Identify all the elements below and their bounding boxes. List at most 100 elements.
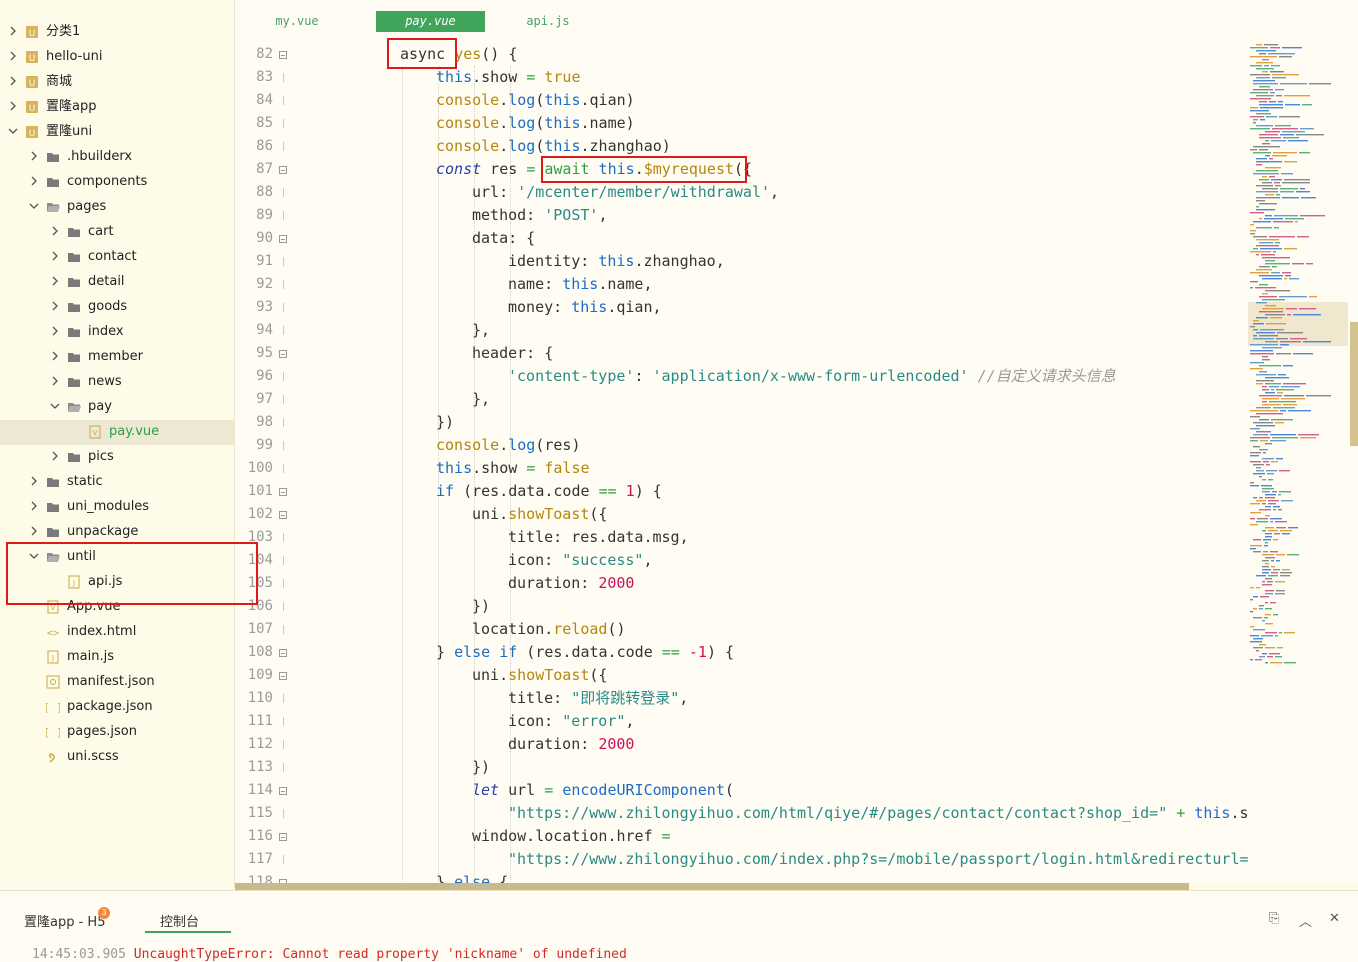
code-line[interactable]: "https://www.zhilongyihuo.com/html/qiye/…: [508, 802, 1248, 825]
chevron-right-icon[interactable]: [50, 225, 60, 237]
tree-item-uni-scss[interactable]: uni.scss: [0, 745, 234, 770]
code-line[interactable]: uni.showToast({: [472, 503, 607, 526]
code-line[interactable]: uni.showToast({: [472, 664, 607, 687]
chevron-right-icon[interactable]: [29, 150, 39, 162]
tree-item-goods[interactable]: goods: [0, 295, 234, 320]
fold-toggle-icon[interactable]: [279, 649, 287, 657]
tree-item-cart[interactable]: cart: [0, 220, 234, 245]
horizontal-scrollbar[interactable]: [235, 883, 1358, 890]
tree-item-hbuilderx[interactable]: .hbuilderx: [0, 145, 234, 170]
tree-item-uni-modules[interactable]: uni_modules: [0, 495, 234, 520]
code-line[interactable]: money: this.qian,: [508, 296, 662, 319]
chevron-right-icon[interactable]: [50, 350, 60, 362]
fold-toggle-icon[interactable]: [279, 672, 287, 680]
code-line[interactable]: duration: 2000: [508, 733, 634, 756]
tree-item-detail[interactable]: detail: [0, 270, 234, 295]
chevron-right-icon[interactable]: [29, 525, 39, 537]
code-line[interactable]: console.log(this.zhanghao): [436, 135, 671, 158]
tree-item-package-json[interactable]: [ ] package.json: [0, 695, 234, 720]
code-line[interactable]: },: [472, 319, 490, 342]
fold-toggle-icon[interactable]: [279, 787, 287, 795]
fold-toggle-icon[interactable]: [279, 488, 287, 496]
vertical-scrollbar-thumb[interactable]: [1350, 322, 1358, 446]
chevron-right-icon[interactable]: [8, 25, 18, 37]
code-line[interactable]: console.log(this.qian): [436, 89, 635, 112]
chevron-right-icon[interactable]: [29, 175, 39, 187]
tab-api-js[interactable]: api.js: [512, 11, 584, 32]
code-line[interactable]: this.show = true: [436, 66, 581, 89]
code-line[interactable]: duration: 2000: [508, 572, 634, 595]
chevron-right-icon[interactable]: [50, 250, 60, 262]
tree-item-分类1[interactable]: U 分类1: [0, 20, 234, 45]
tree-item-置隆app[interactable]: U 置隆app: [0, 95, 234, 120]
tree-item-static[interactable]: static: [0, 470, 234, 495]
chevron-up-icon[interactable]: ︿: [1299, 911, 1312, 930]
tree-item-pages[interactable]: pages: [0, 195, 234, 220]
code-line[interactable]: title: "即将跳转登录",: [508, 687, 688, 710]
fold-toggle-icon[interactable]: [279, 350, 287, 358]
code-line[interactable]: },: [472, 388, 490, 411]
code-minimap[interactable]: [1248, 40, 1348, 883]
tree-item-index-html[interactable]: <> index.html: [0, 620, 234, 645]
tab-my-vue[interactable]: my.vue: [261, 11, 333, 32]
fold-toggle-icon[interactable]: [279, 833, 287, 841]
tree-item-pics[interactable]: pics: [0, 445, 234, 470]
code-line[interactable]: if (res.data.code == 1) {: [436, 480, 662, 503]
code-line[interactable]: } else {: [436, 871, 508, 883]
close-panel-icon[interactable]: ✕: [1329, 911, 1340, 926]
chevron-right-icon[interactable]: [50, 375, 60, 387]
fold-toggle-icon[interactable]: [279, 51, 287, 59]
tree-item-main-js[interactable]: Jmain.js: [0, 645, 234, 670]
tree-item-components[interactable]: components: [0, 170, 234, 195]
code-line[interactable]: header: {: [472, 342, 553, 365]
code-line[interactable]: icon: "error",: [508, 710, 634, 733]
console-tab[interactable]: 控制台: [160, 911, 199, 930]
code-line[interactable]: }): [472, 595, 490, 618]
code-line[interactable]: identity: this.zhanghao,: [508, 250, 725, 273]
code-line[interactable]: name: this.name,: [508, 273, 653, 296]
code-line[interactable]: this.show = false: [436, 457, 590, 480]
code-line[interactable]: console.log(this.name): [436, 112, 635, 135]
code-line[interactable]: url: '/mcenter/member/withdrawal',: [472, 181, 779, 204]
chevron-right-icon[interactable]: [8, 100, 18, 112]
code-line[interactable]: location.reload(): [472, 618, 626, 641]
chevron-right-icon[interactable]: [50, 325, 60, 337]
tree-item-index[interactable]: index: [0, 320, 234, 345]
fold-toggle-icon[interactable]: [279, 511, 287, 519]
tab-pay-vue[interactable]: pay.vue: [376, 11, 485, 32]
tree-item-置隆uni[interactable]: U 置隆uni: [0, 120, 234, 145]
chevron-right-icon[interactable]: [29, 475, 39, 487]
chevron-right-icon[interactable]: [50, 450, 60, 462]
open-external-icon[interactable]: ⎘: [1269, 911, 1279, 926]
scrollbar-thumb[interactable]: [235, 883, 1189, 890]
tree-item-news[interactable]: news: [0, 370, 234, 395]
fold-toggle-icon[interactable]: [279, 166, 287, 174]
code-line[interactable]: let url = encodeURIComponent(: [472, 779, 734, 802]
chevron-right-icon[interactable]: [8, 75, 18, 87]
code-line[interactable]: }): [436, 411, 454, 434]
tree-item-pay-vue[interactable]: Vpay.vue: [0, 420, 234, 445]
code-line[interactable]: 'content-type': 'application/x-www-form-…: [508, 365, 1116, 388]
chevron-down-icon[interactable]: [29, 200, 39, 212]
tree-item-pay[interactable]: pay: [0, 395, 234, 420]
tree-item-contact[interactable]: contact: [0, 245, 234, 270]
code-line[interactable]: } else if (res.data.code == -1) {: [436, 641, 734, 664]
tree-item-manifest-json[interactable]: manifest.json: [0, 670, 234, 695]
chevron-right-icon[interactable]: [29, 500, 39, 512]
run-tab-label[interactable]: 置隆app - H5: [24, 911, 105, 930]
chevron-right-icon[interactable]: [50, 275, 60, 287]
chevron-right-icon[interactable]: [50, 300, 60, 312]
code-line[interactable]: console.log(res): [436, 434, 581, 457]
tree-item-pages-json[interactable]: [ ] pages.json: [0, 720, 234, 745]
code-line[interactable]: data: {: [472, 227, 535, 250]
chevron-right-icon[interactable]: [8, 50, 18, 62]
code-line[interactable]: title: res.data.msg,: [508, 526, 689, 549]
tree-item-商城[interactable]: U 商城: [0, 70, 234, 95]
code-line[interactable]: window.location.href =: [472, 825, 671, 848]
tree-item-member[interactable]: member: [0, 345, 234, 370]
code-line[interactable]: "https://www.zhilongyihuo.com/index.php?…: [508, 848, 1248, 871]
code-line[interactable]: icon: "success",: [508, 549, 653, 572]
code-line[interactable]: }): [472, 756, 490, 779]
chevron-down-icon[interactable]: [8, 125, 18, 137]
chevron-down-icon[interactable]: [50, 400, 60, 412]
